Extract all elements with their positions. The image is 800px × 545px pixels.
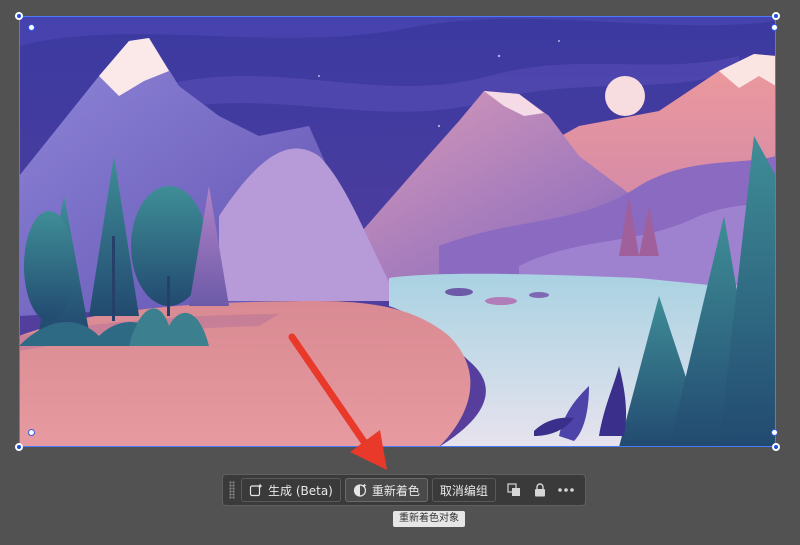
selection-handle-bottom-right[interactable] [771,429,778,436]
generate-beta-label: 生成 (Beta) [268,483,333,498]
mountain-lake-illustration [19,16,776,447]
recolor-tooltip: 重新着色对象 [393,511,465,527]
selection-handle-bottom-left[interactable] [28,429,35,436]
generate-icon [249,483,263,497]
arrange-button[interactable] [502,478,526,502]
lock-icon [534,483,546,497]
lock-button[interactable] [528,478,552,502]
more-icon [558,488,574,492]
recolor-label: 重新着色 [371,483,420,498]
anchor-point-top-left[interactable] [15,12,23,20]
drag-grip-icon[interactable] [229,481,235,499]
selection-handle-top-left[interactable] [28,24,35,31]
anchor-point-bottom-left[interactable] [15,443,23,451]
anchor-point-top-right[interactable] [772,12,780,20]
arrange-icon [507,483,521,497]
recolor-icon [353,483,367,497]
artboard-illustration[interactable] [19,16,776,447]
ungroup-label: 取消编组 [439,483,488,498]
generate-beta-button[interactable]: 生成 (Beta) [241,478,341,502]
anchor-point-bottom-right[interactable] [772,443,780,451]
contextual-task-bar: 生成 (Beta) 重新着色 取消编组 [222,474,586,506]
ungroup-button[interactable]: 取消编组 [431,478,496,502]
more-options-button[interactable] [554,478,578,502]
recolor-button[interactable]: 重新着色 [344,478,428,502]
selection-handle-top-right[interactable] [771,24,778,31]
